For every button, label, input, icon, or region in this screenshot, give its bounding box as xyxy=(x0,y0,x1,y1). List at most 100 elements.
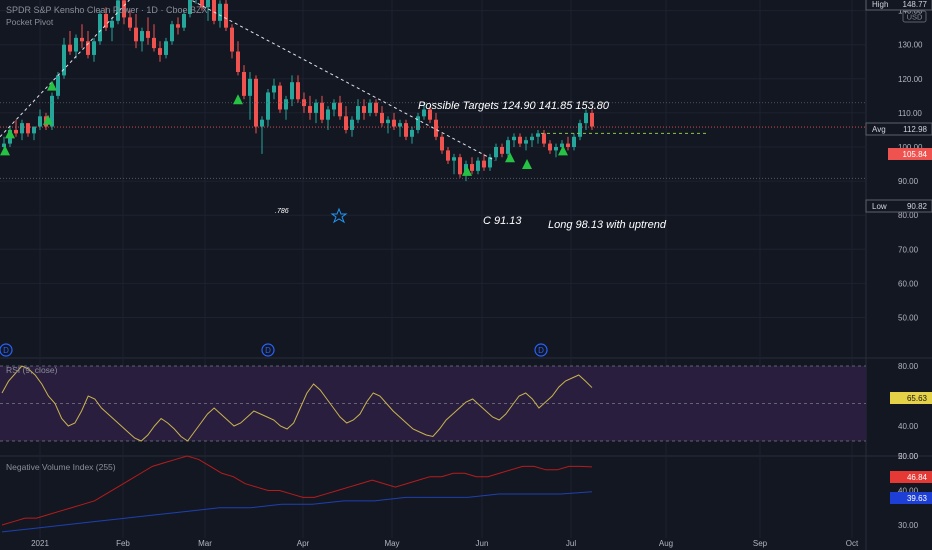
candle-body xyxy=(20,123,24,134)
last-price-label: 105.84 xyxy=(888,148,932,160)
candle-body xyxy=(386,119,390,124)
candle-body xyxy=(74,37,78,52)
fib-label[interactable]: .786 xyxy=(275,208,289,215)
avg-label: Avg 112.98 xyxy=(865,122,932,136)
svg-text:90.82: 90.82 xyxy=(907,202,928,211)
nvi-tick-label: 30.00 xyxy=(898,521,919,530)
svg-text:65.63: 65.63 xyxy=(907,394,928,403)
chart-canvas: 2021 Feb Mar Apr May Jun Jul Aug Sep Oct140.00130… xyxy=(0,0,932,550)
price-tick-label: 120.00 xyxy=(898,75,923,84)
dividend-marker[interactable]: D xyxy=(534,343,548,357)
pivot-marker xyxy=(233,94,243,105)
c-level-annotation[interactable]: C 91.13 xyxy=(483,215,522,227)
rsi-tick-label: 40.00 xyxy=(898,422,919,431)
candle-body xyxy=(326,109,330,120)
x-tick-label: Sep xyxy=(753,539,768,548)
candle-body xyxy=(242,71,246,96)
grid-layer xyxy=(0,0,866,538)
long-note-annotation[interactable]: Long 98.13 with uptrend xyxy=(548,219,667,231)
x-tick-label: Oct xyxy=(846,539,859,548)
candle-body xyxy=(230,27,234,52)
candle-body xyxy=(308,106,312,113)
pivot-marker xyxy=(47,80,57,91)
candle-body xyxy=(284,99,288,110)
price-tick-label: 80.00 xyxy=(898,211,919,220)
candle-body xyxy=(446,150,450,161)
candle-body xyxy=(566,143,570,147)
candle-body xyxy=(452,157,456,161)
indicator-title[interactable]: Pocket Pivot xyxy=(6,17,54,27)
svg-text:D: D xyxy=(3,346,9,355)
low-label: Low 90.82 xyxy=(865,199,932,213)
price-tick-label: 90.00 xyxy=(898,177,919,186)
candle-body xyxy=(524,140,528,144)
rsi-value-label: 65.63 xyxy=(890,392,932,404)
usd-badge[interactable]: USD xyxy=(902,10,927,23)
svg-text:D: D xyxy=(265,346,271,355)
candle-body xyxy=(260,119,264,127)
svg-text:105.84: 105.84 xyxy=(903,150,928,159)
svg-text:USD: USD xyxy=(907,13,923,22)
candle-body xyxy=(140,31,144,42)
svg-text:D: D xyxy=(538,346,544,355)
price-tick-label: 70.00 xyxy=(898,245,919,254)
candle-body xyxy=(296,82,300,100)
candle-body xyxy=(176,24,180,28)
x-tick-label: Feb xyxy=(116,539,130,548)
candle-body xyxy=(536,133,540,137)
candle-body xyxy=(374,102,378,113)
rsi-layer xyxy=(0,365,866,442)
price-tick-label: 130.00 xyxy=(898,41,923,50)
candle-body xyxy=(368,102,372,113)
nvi-title[interactable]: Negative Volume Index (255) xyxy=(6,462,116,472)
candle-body xyxy=(110,20,114,28)
x-tick-label: May xyxy=(384,539,399,548)
candle-body xyxy=(152,37,156,49)
candle-body xyxy=(530,136,534,141)
candle-body xyxy=(578,123,582,137)
symbol-title[interactable]: SPDR S&P Kensho Clean Power · 1D · Cboe … xyxy=(6,5,207,15)
candle-body xyxy=(164,41,168,55)
candle-body xyxy=(458,157,462,175)
trendline-down xyxy=(190,0,496,162)
candle-body xyxy=(266,92,270,120)
candle-body xyxy=(398,123,402,127)
candle-body xyxy=(158,48,162,55)
candle-body xyxy=(248,78,252,96)
candle-body xyxy=(434,119,438,137)
candle-body xyxy=(272,85,276,93)
svg-text:148.77: 148.77 xyxy=(903,0,928,9)
rsi-title[interactable]: RSI (9, close) xyxy=(6,365,58,375)
candle-body xyxy=(542,133,546,144)
candle-body xyxy=(332,102,336,110)
candle-body xyxy=(356,106,360,120)
svg-text:112.98: 112.98 xyxy=(903,125,927,134)
candle-body xyxy=(56,75,60,96)
candle-body xyxy=(92,41,96,55)
rsi-tick-label: 80.00 xyxy=(898,362,919,371)
candle-body xyxy=(224,3,228,28)
candle-body xyxy=(554,147,558,151)
svg-text:Low: Low xyxy=(872,202,887,211)
candle-body xyxy=(218,3,222,21)
x-tick-label: Jun xyxy=(476,539,489,548)
svg-text:Avg: Avg xyxy=(872,125,886,134)
price-tick-label: 110.00 xyxy=(898,109,922,118)
candle-body xyxy=(482,160,486,168)
candle-body xyxy=(68,44,72,52)
candle-body xyxy=(440,136,444,151)
candle-body xyxy=(320,102,324,120)
x-tick-label: Mar xyxy=(198,539,212,548)
pivot-marker xyxy=(5,128,15,139)
dividend-marker[interactable]: D xyxy=(261,343,275,357)
candle-body xyxy=(404,123,408,137)
candle-body xyxy=(170,24,174,42)
targets-annotation[interactable]: Possible Targets 124.90 141.85 153.80 xyxy=(418,100,610,112)
candle-body xyxy=(518,136,522,144)
price-tick-label: 60.00 xyxy=(898,279,919,288)
candle-body xyxy=(548,143,552,151)
nvi-tick-label: 50.00 xyxy=(898,452,919,461)
dividend-marker[interactable]: D xyxy=(0,343,13,357)
candle-body xyxy=(590,112,594,127)
x-tick-label: 2021 xyxy=(31,539,49,548)
